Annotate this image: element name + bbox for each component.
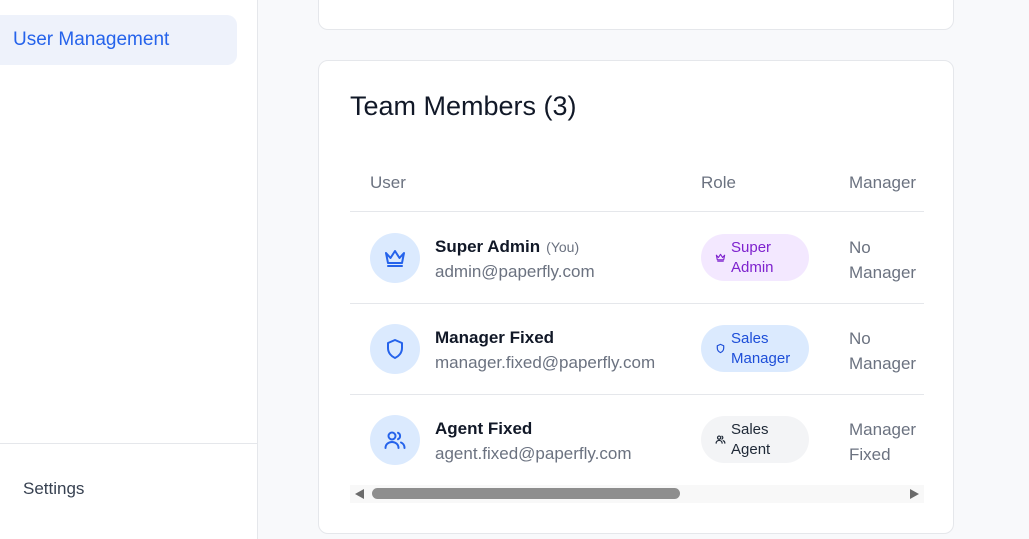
- scroll-left-arrow-icon[interactable]: [355, 489, 364, 499]
- role-badge: Super Admin: [701, 234, 809, 281]
- manager-cell: No Manager: [849, 238, 917, 282]
- sidebar: User Management Settings: [0, 0, 258, 539]
- role-badge: Sales Manager: [701, 325, 809, 372]
- column-header-user: User: [370, 173, 406, 192]
- horizontal-scrollbar[interactable]: [350, 485, 924, 503]
- previous-card: [318, 0, 954, 30]
- user-email: admin@paperfly.com: [435, 262, 595, 281]
- manager-cell: Manager Fixed: [849, 420, 917, 464]
- role-line-2: Admin: [731, 258, 774, 276]
- role-line-2: Manager: [731, 349, 791, 367]
- table-row: Agent Fixed agent.fixed@paperfly.com Sal…: [350, 395, 924, 469]
- role-line-1: Sales: [731, 329, 769, 347]
- column-header-manager: Manager: [849, 173, 917, 192]
- shield-icon: [715, 343, 727, 355]
- users-icon: [715, 434, 727, 446]
- user-email: agent.fixed@paperfly.com: [435, 444, 632, 463]
- team-members-card: Team Members (3) User Role Manager Super…: [318, 60, 954, 534]
- manager-cell: No Manager: [849, 329, 917, 373]
- card-title: Team Members (3): [350, 91, 577, 121]
- user-email: manager.fixed@paperfly.com: [435, 353, 656, 372]
- avatar: [370, 415, 420, 465]
- role-badge: Sales Agent: [701, 416, 809, 463]
- crown-icon: [715, 252, 727, 264]
- sidebar-item-settings[interactable]: Settings: [23, 479, 84, 499]
- avatar: [370, 233, 420, 283]
- role-line-2: Agent: [731, 440, 771, 458]
- table-row: Manager Fixed manager.fixed@paperfly.com…: [350, 304, 924, 395]
- scroll-right-arrow-icon[interactable]: [910, 489, 919, 499]
- scrollbar-thumb[interactable]: [372, 488, 680, 499]
- shield-icon: [387, 339, 403, 359]
- users-icon: [384, 431, 406, 449]
- role-line-1: Sales: [731, 420, 769, 438]
- sidebar-divider: [0, 443, 258, 444]
- role-line-1: Super: [731, 238, 772, 256]
- team-members-table: User Role Manager Super Admin (You) admin…: [350, 154, 924, 469]
- user-name: Manager Fixed: [435, 328, 555, 347]
- sidebar-item-user-management[interactable]: User Management: [0, 15, 237, 65]
- user-name: Super Admin (You): [435, 237, 580, 256]
- column-header-role: Role: [701, 173, 736, 192]
- you-label: (You): [546, 239, 580, 255]
- sidebar-item-label: User Management: [13, 29, 170, 50]
- table-header: User Role Manager: [350, 154, 924, 212]
- user-name: Agent Fixed: [435, 419, 533, 438]
- avatar: [370, 324, 420, 374]
- crown-icon: [385, 250, 405, 267]
- table-row: Super Admin (You) admin@paperfly.com Supe…: [350, 213, 924, 304]
